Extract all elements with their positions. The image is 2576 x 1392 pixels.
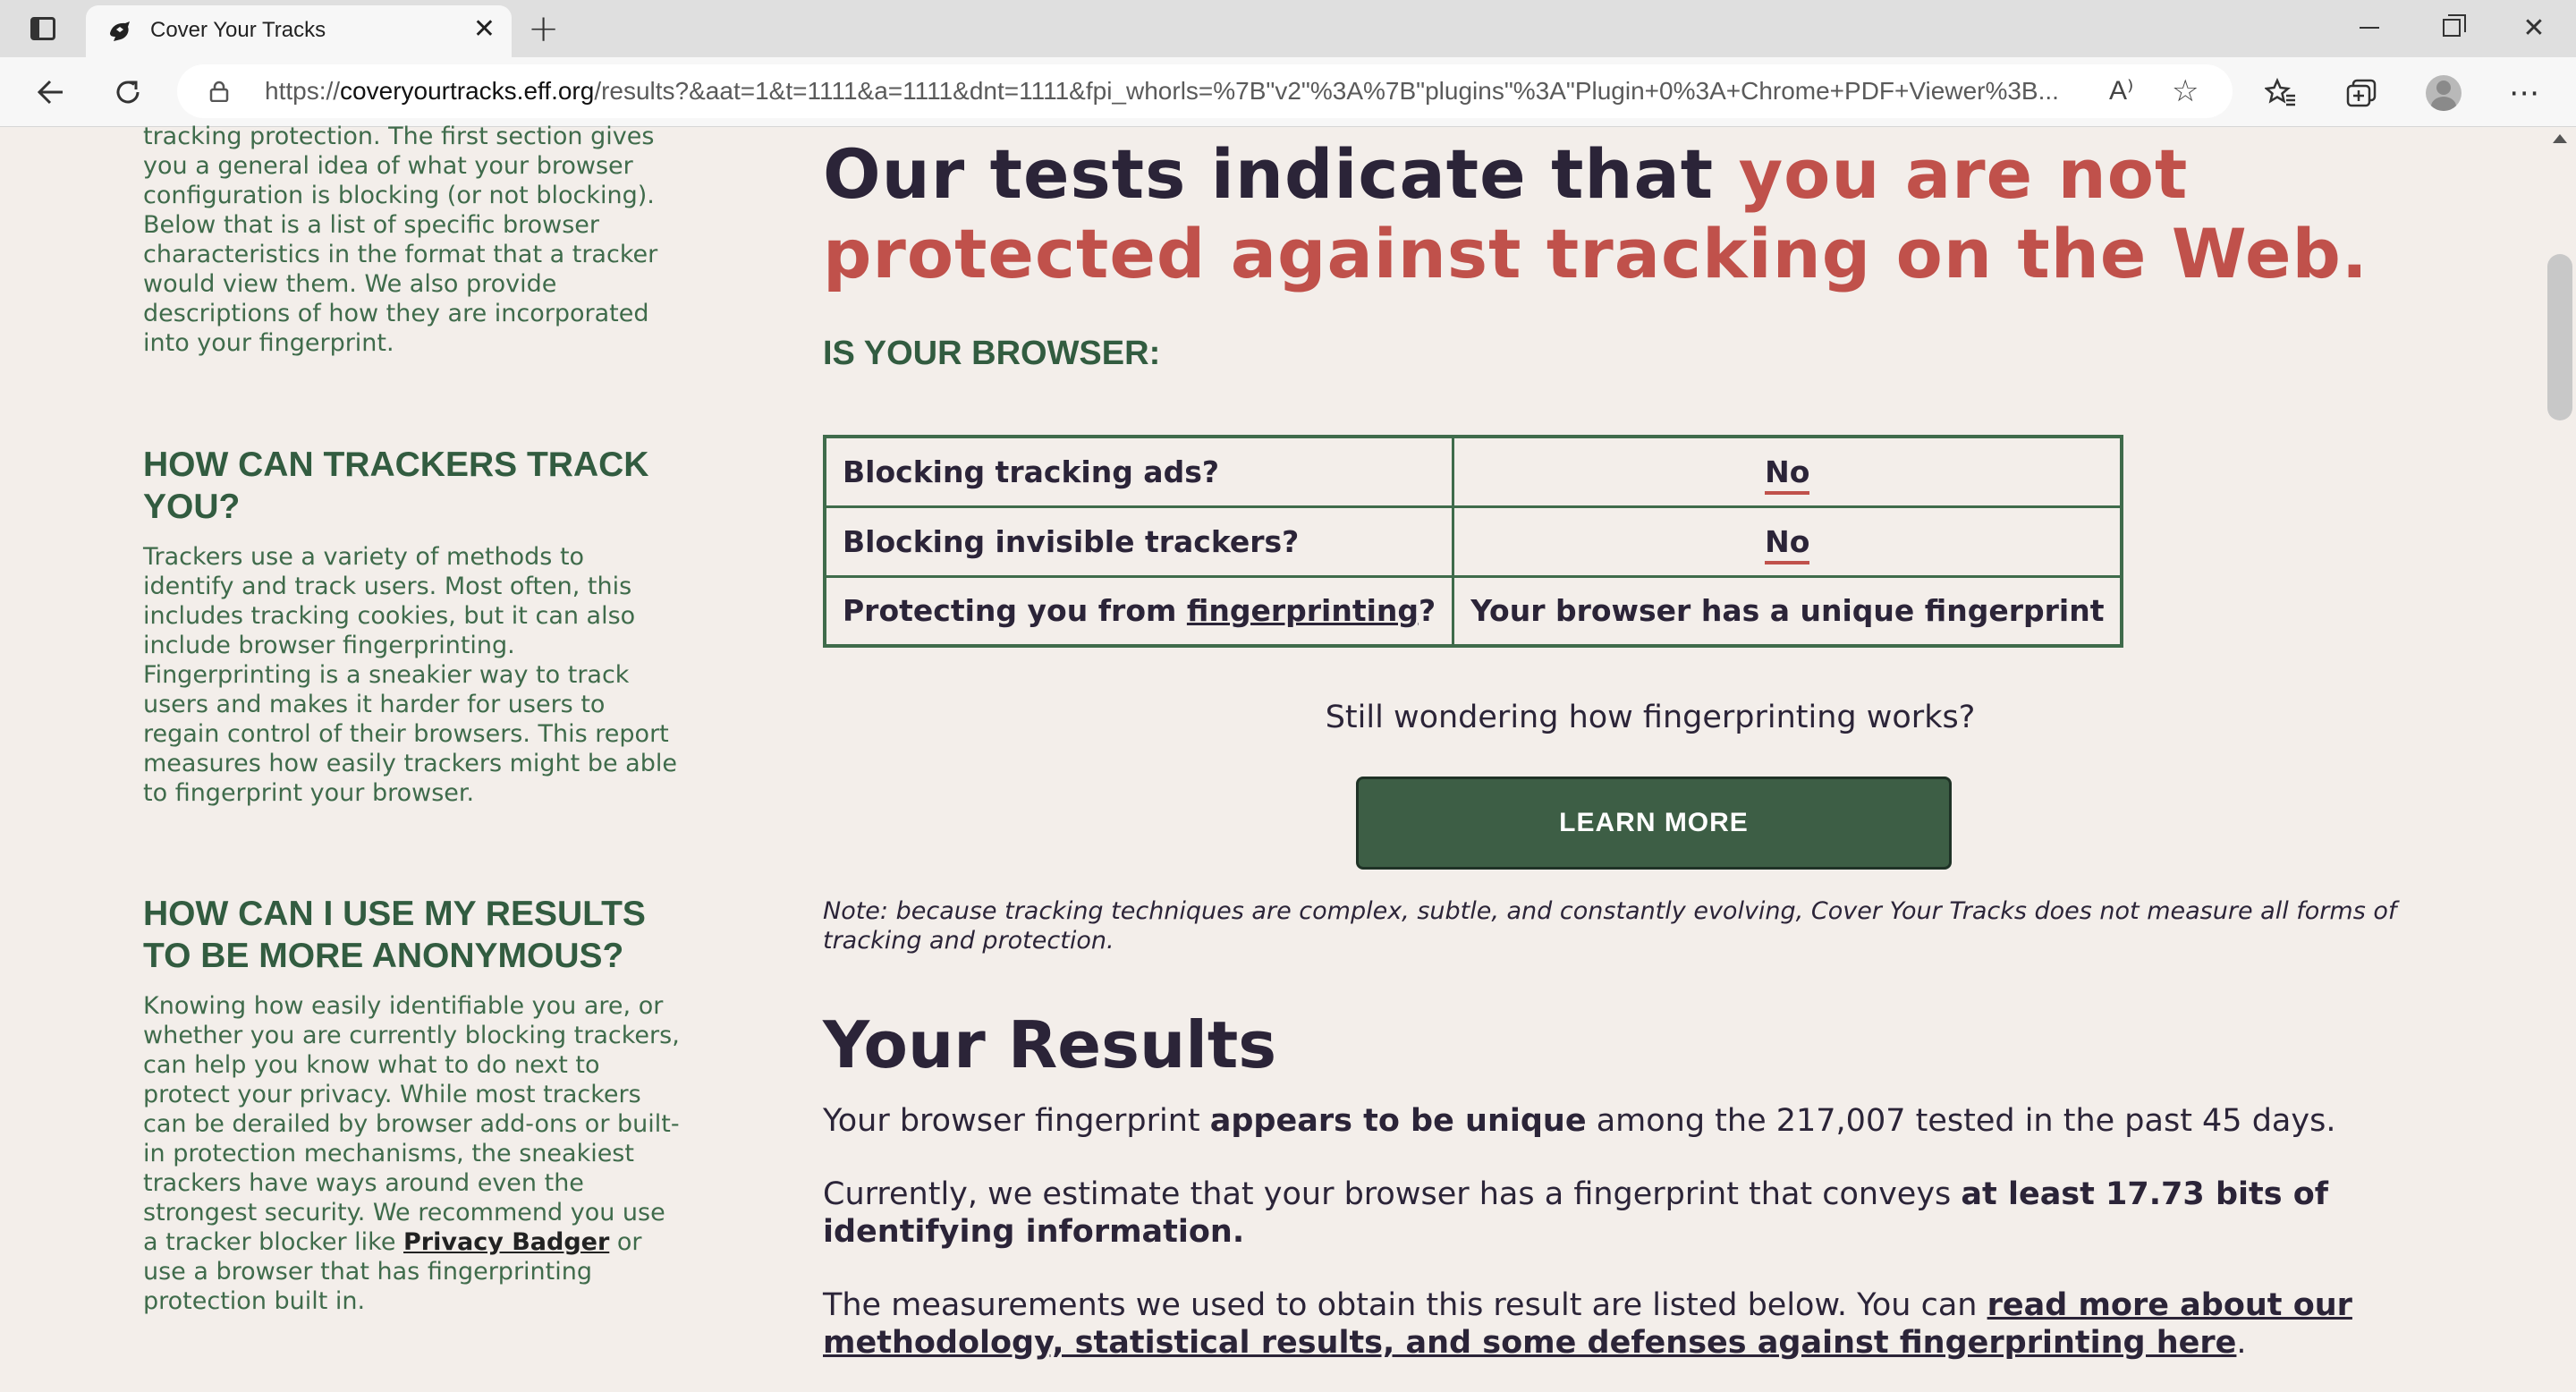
still-wondering-text: Still wondering how fingerprinting works…	[1325, 700, 1976, 735]
close-icon[interactable]: ✕	[473, 16, 496, 43]
profile-icon[interactable]	[2422, 73, 2465, 113]
tab-cover-your-tracks[interactable]: Cover Your Tracks ✕	[86, 5, 512, 57]
answer-no: No	[1765, 523, 1810, 564]
plus-icon[interactable]: +	[528, 7, 559, 50]
sidebar-heading-anonymous: HOW CAN I USE MY RESULTS TO BE MORE ANON…	[143, 895, 646, 975]
scroll-thumb[interactable]	[2547, 254, 2572, 420]
your-results-heading: Your Results	[823, 1007, 1277, 1082]
protection-table: Blocking tracking ads? No Blocking invis…	[823, 435, 2124, 648]
page-scrollbar[interactable]	[2544, 127, 2576, 1392]
learn-more-button[interactable]: LEARN MORE	[1356, 777, 1952, 870]
privacy-badger-link[interactable]: Privacy Badger	[403, 1228, 609, 1256]
question-cell: Blocking tracking ads?	[823, 435, 1455, 508]
more-menu-icon[interactable]: ⋯	[2503, 73, 2546, 113]
table-row: Blocking tracking ads? No	[823, 435, 2123, 508]
table-row: Blocking invisible trackers? No	[823, 505, 2123, 578]
answer-cell: Your browser has a unique fingerprint	[1452, 574, 2123, 648]
tab-title: Cover Your Tracks	[150, 18, 326, 42]
tab-actions-icon[interactable]	[16, 13, 70, 45]
answer-no: No	[1765, 454, 1810, 495]
eff-favicon	[110, 21, 130, 41]
favorites-icon[interactable]	[2259, 73, 2302, 113]
question-cell: Blocking invisible trackers?	[823, 505, 1455, 578]
minimize-icon[interactable]	[2329, 5, 2410, 50]
table-row: Protecting you from fingerprinting? Your…	[823, 574, 2123, 648]
reload-icon[interactable]	[106, 70, 150, 115]
answer-cell: No	[1452, 435, 2123, 508]
results-headline: Our tests indicate that you are not prot…	[823, 134, 2368, 293]
tab-strip: Cover Your Tracks ✕ + ✕	[0, 0, 2576, 57]
identifying-bits-text: Currently, we estimate that your browser…	[823, 1176, 2329, 1250]
read-aloud-icon[interactable]: A⁾	[2109, 75, 2133, 106]
question-heading: IS YOUR BROWSER:	[823, 335, 1161, 372]
sidebar-trackers-text: Trackers use a variety of methods to ide…	[143, 543, 677, 807]
add-favorite-icon[interactable]: ☆	[2172, 73, 2199, 109]
address-bar[interactable]: https://coveryourtracks.eff.org/results?…	[177, 64, 2233, 118]
fingerprinting-link[interactable]: fingerprinting	[1187, 593, 1419, 628]
collections-icon[interactable]	[2340, 73, 2383, 113]
lock-icon[interactable]	[209, 81, 229, 102]
sidebar-heading-trackers: HOW CAN TRACKERS TRACK YOU?	[143, 446, 649, 526]
note-text: Note: because tracking techniques are co…	[823, 897, 2397, 955]
restore-icon[interactable]	[2411, 5, 2492, 50]
sidebar-intro-text: tracking protection. The first section g…	[143, 123, 658, 357]
question-cell: Protecting you from fingerprinting?	[823, 574, 1455, 648]
scroll-up-arrow[interactable]	[2553, 134, 2567, 143]
answer-cell: No	[1452, 505, 2123, 578]
url-text[interactable]: https://coveryourtracks.eff.org/results?…	[265, 77, 2098, 106]
sidebar-anonymous-text: Knowing how easily identifiable you are,…	[143, 992, 680, 1315]
window-close-icon[interactable]: ✕	[2494, 5, 2574, 50]
measurements-text: The measurements we used to obtain this …	[823, 1287, 2352, 1361]
address-toolbar: https://coveryourtracks.eff.org/results?…	[0, 57, 2576, 127]
unique-fingerprint-text: Your browser fingerprint appears to be u…	[823, 1103, 2336, 1139]
back-arrow-icon[interactable]	[29, 70, 73, 115]
